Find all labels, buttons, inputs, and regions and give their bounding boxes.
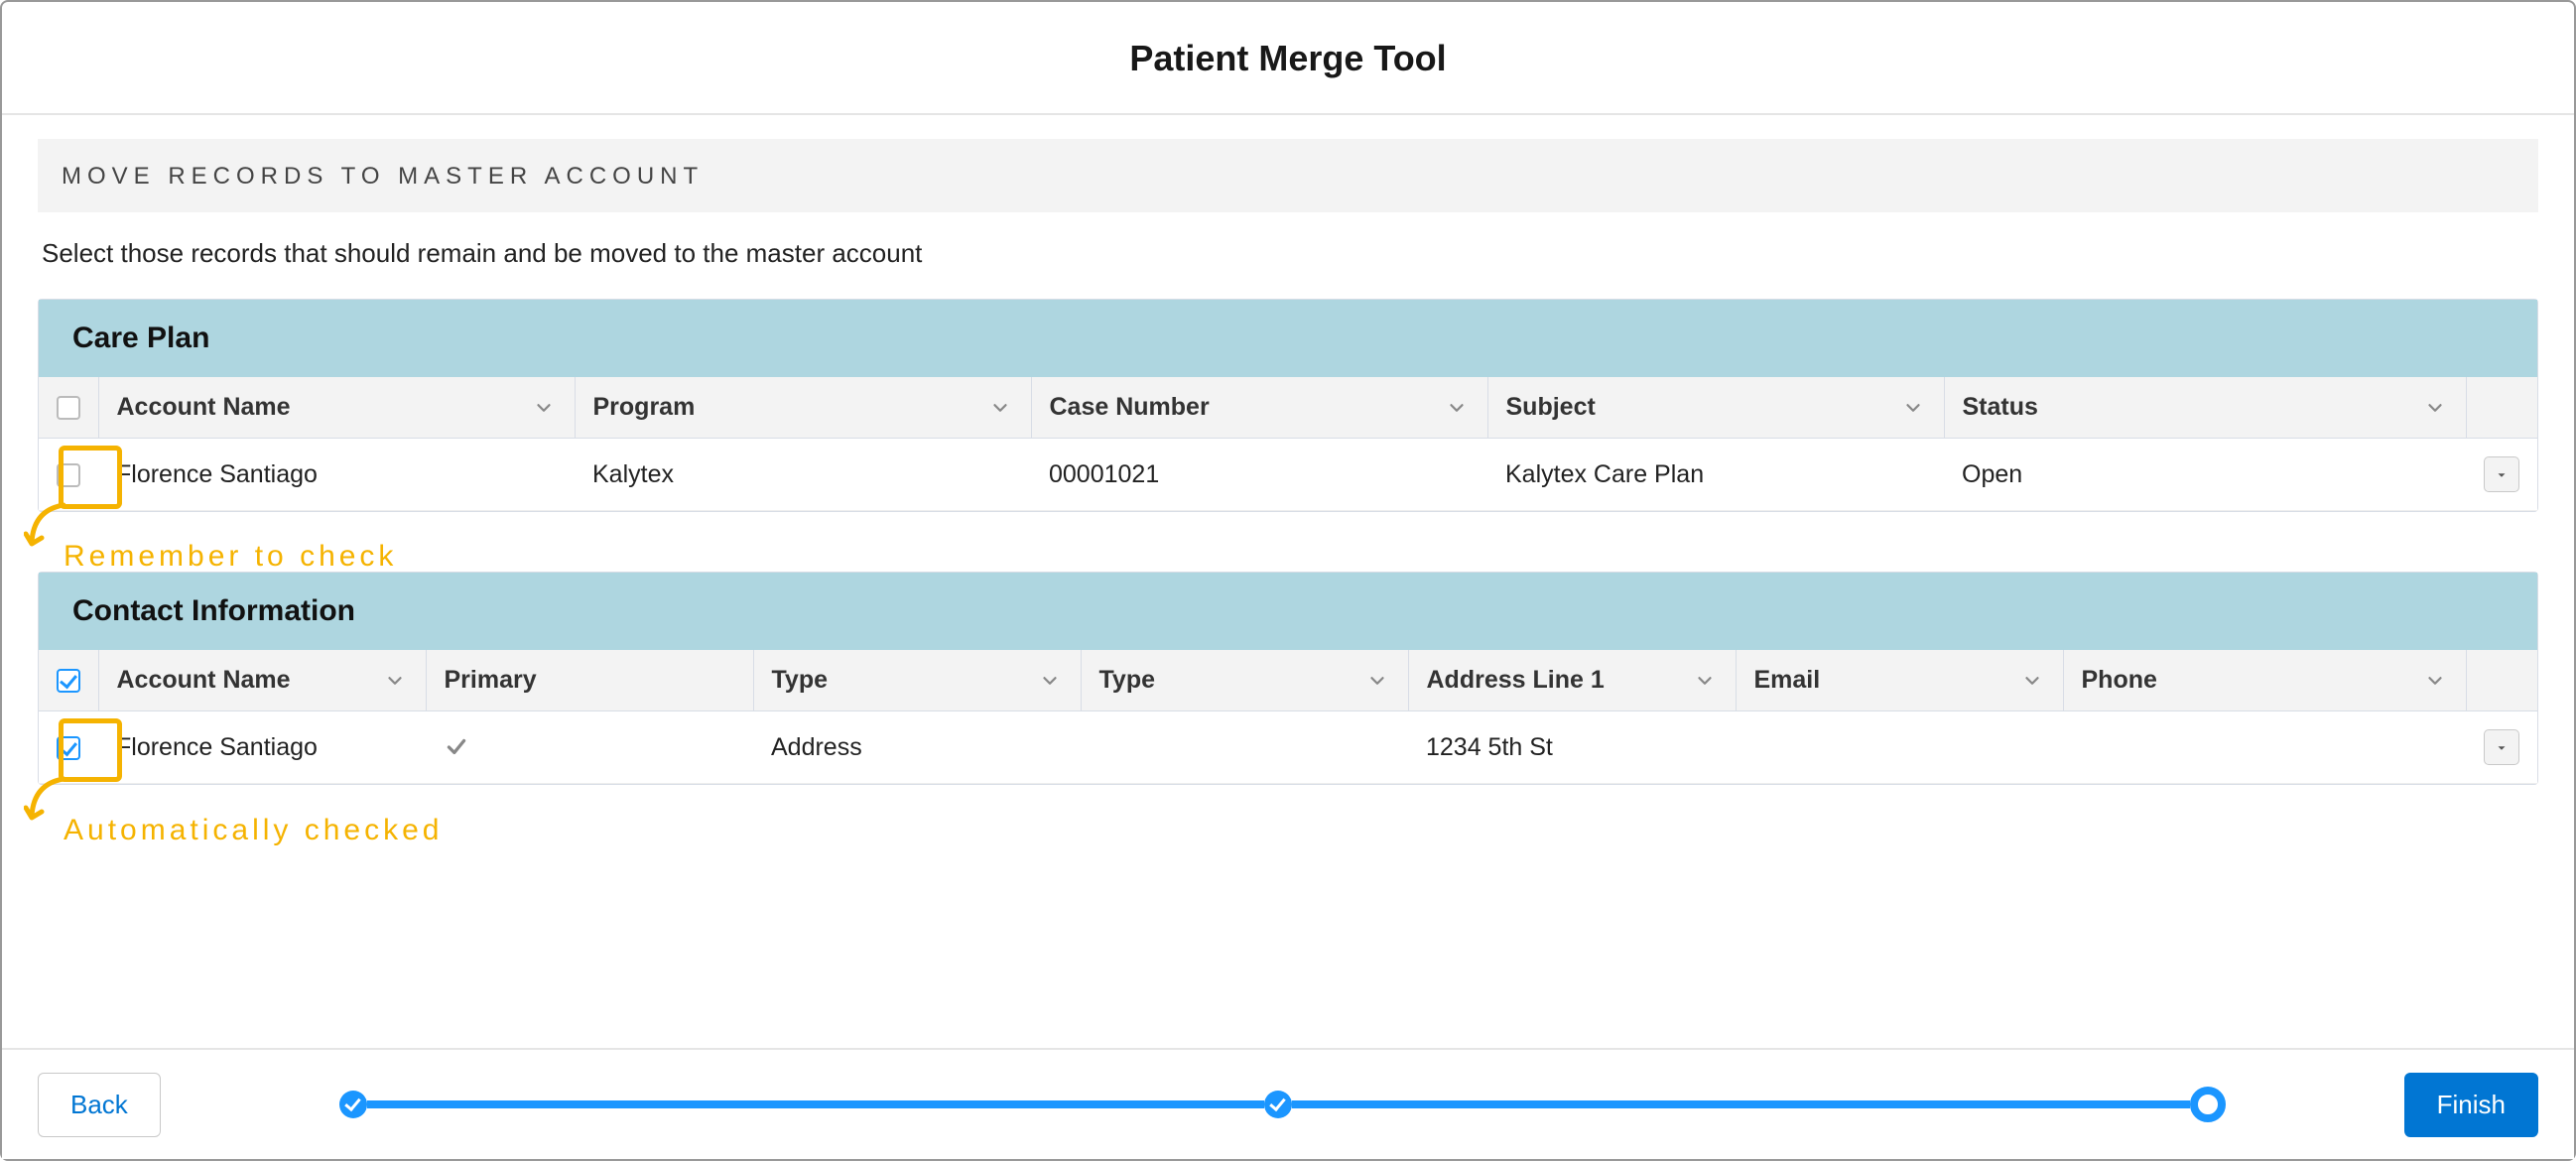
cell-account-name: Florence Santiago xyxy=(98,439,575,511)
annotation-text: Automatically checked xyxy=(64,814,443,846)
care-plan-table: Care Plan Account Name Program xyxy=(38,299,2538,512)
row-action-menu[interactable] xyxy=(2484,456,2519,492)
care-plan-title: Care Plan xyxy=(39,300,2537,377)
chevron-down-icon xyxy=(533,397,555,419)
col-label: Program xyxy=(593,393,696,421)
col-label: Subject xyxy=(1506,393,1596,421)
row-checkbox[interactable] xyxy=(57,736,80,760)
col-label: Type xyxy=(1099,666,1156,694)
col-label: Address Line 1 xyxy=(1427,666,1605,694)
cell-email xyxy=(1736,711,2063,784)
chevron-down-icon xyxy=(2021,670,2043,692)
chevron-down-icon xyxy=(1039,670,1061,692)
col-label: Status xyxy=(1963,393,2038,421)
section-header: MOVE RECORDS TO MASTER ACCOUNT xyxy=(38,139,2538,212)
cell-primary xyxy=(426,711,753,784)
progress-bar xyxy=(1292,1100,2189,1108)
progress-step-2 xyxy=(1264,1091,1292,1118)
chevron-down-icon xyxy=(1366,670,1388,692)
cell-type: Address xyxy=(753,711,1081,784)
col-address[interactable]: Address Line 1 xyxy=(1408,650,1736,711)
col-label: Primary xyxy=(445,666,537,694)
col-primary[interactable]: Primary xyxy=(426,650,753,711)
chevron-down-icon xyxy=(989,397,1011,419)
check-icon xyxy=(444,734,735,760)
cell-type-2 xyxy=(1081,711,1408,784)
col-program[interactable]: Program xyxy=(575,377,1031,439)
col-label: Email xyxy=(1754,666,1821,694)
col-account-name[interactable]: Account Name xyxy=(98,377,575,439)
select-all-cell xyxy=(39,650,98,711)
cell-case-number: 00001021 xyxy=(1031,439,1487,511)
col-email[interactable]: Email xyxy=(1736,650,2063,711)
cell-address: 1234 5th St xyxy=(1408,711,1736,784)
select-all-checkbox[interactable] xyxy=(57,396,80,420)
table-header-row: Account Name Primary Type Type xyxy=(39,650,2537,711)
col-label: Type xyxy=(772,666,829,694)
chevron-down-icon xyxy=(1446,397,1468,419)
instruction-text: Select those records that should remain … xyxy=(38,212,2538,299)
page-title: Patient Merge Tool xyxy=(2,2,2574,115)
footer: Back Finish xyxy=(2,1048,2574,1159)
col-account-name[interactable]: Account Name xyxy=(98,650,426,711)
cell-phone xyxy=(2063,711,2466,784)
cell-subject: Kalytex Care Plan xyxy=(1487,439,1944,511)
progress-step-1 xyxy=(339,1091,367,1118)
col-label: Phone xyxy=(2082,666,2157,694)
col-label: Case Number xyxy=(1050,393,1210,421)
table-row: Florence Santiago Address 1234 5th St xyxy=(39,711,2537,784)
cell-account-name: Florence Santiago xyxy=(98,711,426,784)
col-case-number[interactable]: Case Number xyxy=(1031,377,1487,439)
select-all-checkbox[interactable] xyxy=(57,669,80,693)
col-type-2[interactable]: Type xyxy=(1081,650,1408,711)
chevron-down-icon xyxy=(1694,670,1716,692)
chevron-down-icon xyxy=(2424,670,2446,692)
row-action-menu[interactable] xyxy=(2484,729,2519,765)
back-button[interactable]: Back xyxy=(38,1073,161,1137)
chevron-down-icon xyxy=(1902,397,1924,419)
cell-program: Kalytex xyxy=(575,439,1031,511)
col-label: Account Name xyxy=(117,393,291,421)
progress-bar xyxy=(367,1100,1264,1108)
chevron-down-icon xyxy=(2424,397,2446,419)
col-actions xyxy=(2466,377,2537,439)
chevron-down-icon xyxy=(384,670,406,692)
col-actions xyxy=(2466,650,2537,711)
col-status[interactable]: Status xyxy=(1944,377,2466,439)
select-all-cell xyxy=(39,377,98,439)
progress-indicator xyxy=(339,1096,2226,1113)
progress-step-3 xyxy=(2190,1087,2226,1122)
contact-info-title: Contact Information xyxy=(39,573,2537,650)
contact-info-table: Contact Information Account Name Primary xyxy=(38,572,2538,785)
row-checkbox[interactable] xyxy=(57,463,80,487)
annotation-auto: Automatically checked xyxy=(64,814,443,847)
col-subject[interactable]: Subject xyxy=(1487,377,1944,439)
col-label: Account Name xyxy=(117,666,291,694)
col-phone[interactable]: Phone xyxy=(2063,650,2466,711)
table-header-row: Account Name Program Case Number Subject xyxy=(39,377,2537,439)
table-row: Florence Santiago Kalytex 00001021 Kalyt… xyxy=(39,439,2537,511)
cell-status: Open xyxy=(1944,439,2466,511)
col-type[interactable]: Type xyxy=(753,650,1081,711)
finish-button[interactable]: Finish xyxy=(2404,1073,2538,1137)
